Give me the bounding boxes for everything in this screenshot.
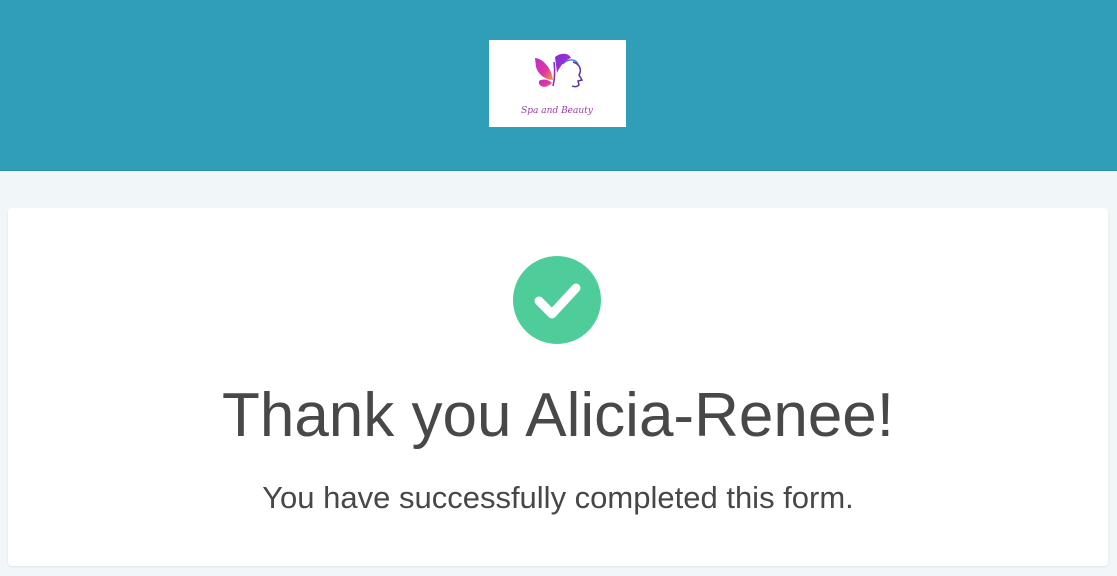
brand-logo: Spa and Beauty: [489, 40, 626, 127]
check-circle-icon: [513, 256, 601, 344]
success-message: You have successfully completed this for…: [262, 480, 854, 515]
thank-you-title: Thank you Alicia-Renee!: [221, 381, 895, 450]
butterfly-face-logo-icon: Spa and Beauty: [521, 53, 594, 116]
logo-text: Spa and Beauty: [521, 106, 594, 116]
page-header: Spa and Beauty: [0, 0, 1117, 171]
confirmation-card: Thank you Alicia-Renee! You have success…: [8, 208, 1108, 566]
